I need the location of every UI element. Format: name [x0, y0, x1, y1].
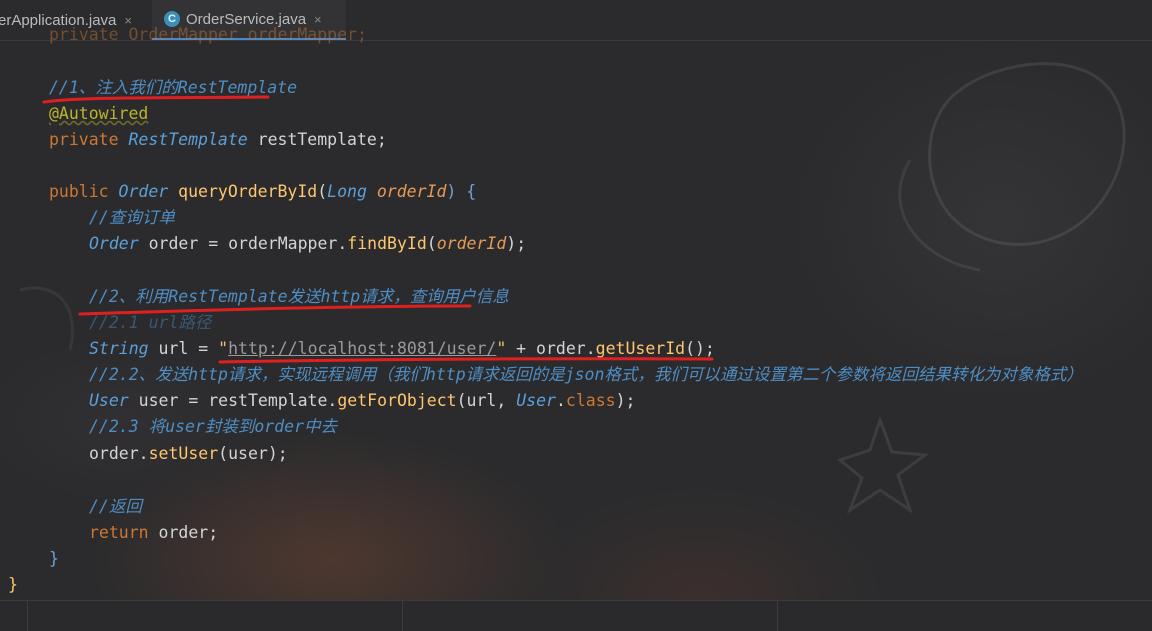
code-line: Order order = orderMapper.findById(order…	[89, 234, 527, 253]
code-line: return order;	[89, 523, 219, 542]
code-closing-brace: }	[49, 549, 59, 568]
doodle-scribble	[928, 62, 1126, 246]
doodle-scribble	[898, 159, 981, 272]
star-doodle	[836, 415, 930, 514]
code-comment: //1、注入我们的RestTemplate	[49, 78, 298, 97]
code-comment: //2.1 url路径	[89, 313, 212, 332]
bottom-panel-bar	[0, 600, 1152, 631]
code-comment: //2.3 将user封装到order中去	[89, 417, 338, 436]
code-method-signature: public Order queryOrderById(Long orderId…	[49, 182, 477, 201]
code-closing-brace: }	[8, 575, 18, 594]
code-line: String url = "http://localhost:8081/user…	[89, 339, 715, 358]
code-comment: //2.2、发送http请求，实现远程调用（我们http请求返回的是json格式…	[89, 365, 1083, 384]
doodle-scribble	[19, 286, 75, 351]
code-line: private RestTemplate restTemplate;	[49, 130, 387, 149]
code-comment: //返回	[89, 497, 142, 516]
panel-divider	[402, 601, 403, 631]
code-comment: //2、利用RestTemplate发送http请求，查询用户信息	[89, 287, 509, 306]
url-link[interactable]: http://localhost:8081/user/	[228, 339, 496, 358]
code-annotation: @Autowired	[49, 104, 149, 123]
code-line: User user = restTemplate.getForObject(ur…	[89, 391, 636, 410]
panel-divider	[777, 601, 778, 631]
code-line: order.setUser(user);	[89, 444, 288, 463]
code-comment: //查询订单	[89, 208, 175, 227]
code-line: private OrderMapper orderMapper;	[49, 25, 367, 44]
panel-divider	[27, 601, 28, 631]
